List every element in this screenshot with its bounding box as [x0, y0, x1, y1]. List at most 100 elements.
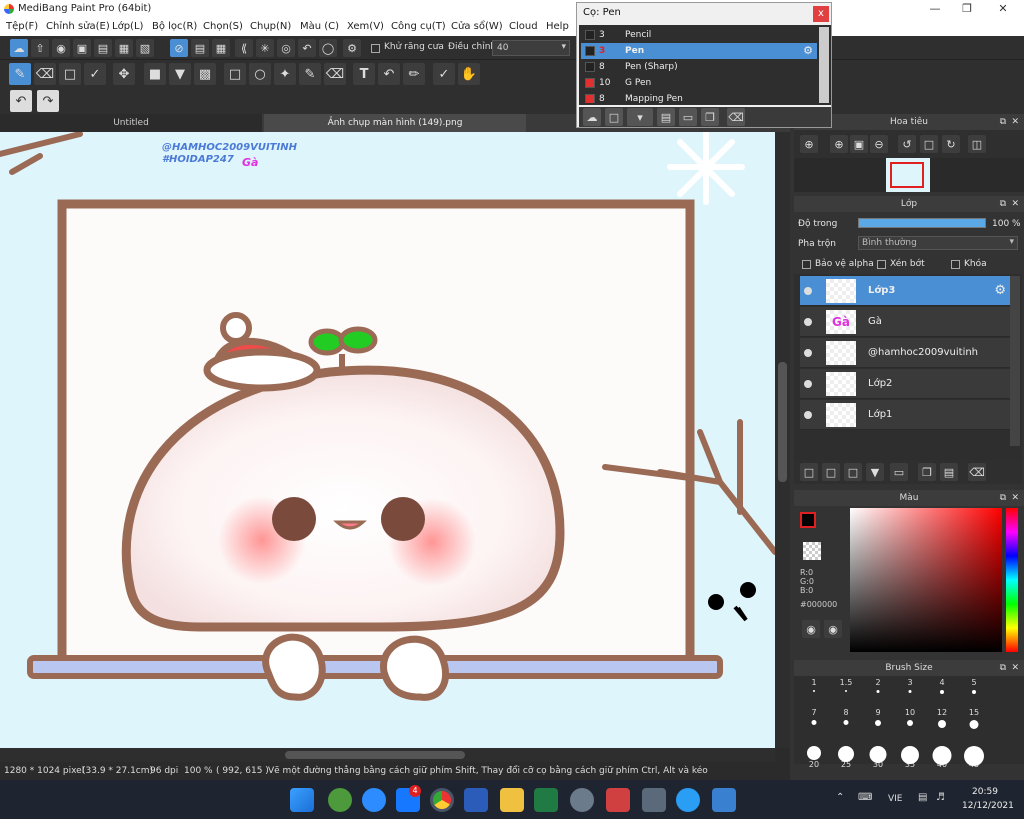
text-tool-icon[interactable]: T: [353, 63, 375, 85]
brush-size-option[interactable]: 8: [830, 708, 862, 738]
zoom-app-icon[interactable]: [362, 788, 386, 812]
brush-size-option[interactable]: 1: [798, 678, 830, 708]
keyboard-icon[interactable]: ⌨: [858, 792, 872, 803]
brush-size-option[interactable]: 3: [894, 678, 926, 708]
blur-tool-icon[interactable]: ✓: [84, 63, 106, 85]
chevron-up-icon[interactable]: ⌃: [836, 792, 844, 803]
remote-desktop-icon[interactable]: [712, 788, 736, 812]
brush-size-option[interactable]: 5: [958, 678, 990, 708]
grid-panel-icon[interactable]: ▧: [136, 39, 154, 57]
popout-icon[interactable]: ⧉: [1000, 114, 1006, 130]
brush-size-option[interactable]: 12: [926, 708, 958, 738]
fit-screen-icon[interactable]: ▣: [850, 135, 868, 153]
brush-folder-icon[interactable]: ▭: [679, 108, 697, 126]
brush-size-option[interactable]: 4: [926, 678, 958, 708]
maximize-button[interactable]: ❐: [952, 0, 982, 18]
transparent-color-swatch[interactable]: [803, 542, 821, 560]
menu-capture[interactable]: Chụp(N): [250, 21, 291, 32]
reset-view-icon[interactable]: □: [920, 135, 938, 153]
brush-item-pencil[interactable]: 3 Pencil: [581, 27, 817, 43]
speech-bubble-icon[interactable]: ◉: [52, 39, 70, 57]
brush-tool-icon[interactable]: ✎: [9, 63, 31, 85]
circle-snap-icon[interactable]: ◯: [319, 39, 337, 57]
clock-date[interactable]: 12/12/2021: [962, 801, 1014, 811]
menu-tools[interactable]: Công cụ(T): [391, 21, 446, 32]
brush-size-option[interactable]: 2: [862, 678, 894, 708]
rotate-right-icon[interactable]: ↻: [942, 135, 960, 153]
brush-item-g-pen[interactable]: 10 G Pen: [581, 75, 817, 91]
folder-icon[interactable]: ▭: [890, 463, 908, 481]
select-rect-tool-icon[interactable]: □: [224, 63, 246, 85]
add-layer-menu-icon[interactable]: ▼: [866, 463, 884, 481]
menu-window[interactable]: Cửa sổ(W): [451, 21, 503, 32]
menu-cloud[interactable]: Cloud: [509, 21, 538, 32]
palette-icon[interactable]: ◉: [802, 620, 820, 638]
gradient-tool-icon[interactable]: ▩: [194, 63, 216, 85]
menu-view[interactable]: Xem(V): [347, 21, 384, 32]
menu-file[interactable]: Tệp(F): [6, 21, 38, 32]
brush-item-pen-sharp[interactable]: 8 Pen (Sharp): [581, 59, 817, 75]
new-layer-icon[interactable]: □: [800, 463, 818, 481]
trash-icon[interactable]: ⌫: [968, 463, 986, 481]
move-tool-icon[interactable]: ✥: [113, 63, 135, 85]
zoom-in-alt-icon[interactable]: ⊕: [830, 135, 848, 153]
drawing-canvas[interactable]: @HAMHOC2009VUITINH #HOIDAP247 Gà: [0, 132, 775, 748]
select-pen-tool-icon[interactable]: ✎: [299, 63, 321, 85]
settings-gear-icon[interactable]: ⚙: [343, 39, 361, 57]
popout-icon[interactable]: ⧉: [1000, 490, 1006, 506]
operation-tool-icon[interactable]: ↶: [378, 63, 400, 85]
duplicate-layer-icon[interactable]: ❐: [918, 463, 936, 481]
language-indicator[interactable]: VIE: [888, 794, 903, 804]
word-icon[interactable]: [464, 788, 488, 812]
canvas-horizontal-scrollbar[interactable]: [0, 748, 775, 762]
flip-icon[interactable]: ◫: [968, 135, 986, 153]
navigator-viewport[interactable]: [890, 162, 924, 188]
cloud-icon[interactable]: ☁: [10, 39, 28, 57]
hand-tool-icon[interactable]: ✋: [458, 63, 480, 85]
add-brush-menu-icon[interactable]: ▾: [627, 108, 653, 126]
layer-settings-gear-icon[interactable]: ⚙: [994, 283, 1006, 298]
brush-item-pen[interactable]: 3 Pen ⚙: [581, 43, 817, 59]
close-icon[interactable]: ✕: [1011, 490, 1019, 506]
brush-list-scrollbar[interactable]: [819, 27, 829, 103]
layer-row-watermark[interactable]: @hamhoc2009vuitinh: [800, 338, 1010, 368]
layer-list-scrollbar[interactable]: [1010, 276, 1020, 446]
settings-icon[interactable]: [570, 788, 594, 812]
fill-rect-tool-icon[interactable]: ■: [144, 63, 166, 85]
visibility-eye-icon[interactable]: [804, 318, 812, 326]
color-saturation-field[interactable]: [850, 508, 1002, 652]
visibility-eye-icon[interactable]: [804, 349, 812, 357]
new-brush-icon[interactable]: □: [605, 108, 623, 126]
excel-icon[interactable]: [534, 788, 558, 812]
brush-item-mapping-pen[interactable]: 8 Mapping Pen: [581, 91, 817, 103]
eyedropper-tool-icon[interactable]: ✓: [433, 63, 455, 85]
opacity-slider[interactable]: [858, 218, 986, 228]
clip-checkbox[interactable]: [877, 260, 886, 269]
rotate-left-icon[interactable]: ↺: [898, 135, 916, 153]
menu-layer[interactable]: Lớp(L): [112, 21, 143, 32]
brush-size-option[interactable]: 30: [862, 738, 894, 769]
network-globe-icon[interactable]: [676, 788, 700, 812]
redo-icon[interactable]: ↷: [37, 90, 59, 112]
tab-screenshot[interactable]: Ảnh chụp màn hình (149).png: [264, 114, 526, 132]
layer-row-lop1[interactable]: Lớp1: [800, 400, 1010, 430]
adjust-dropdown[interactable]: 40 ▾: [492, 40, 570, 56]
eraser-tool-icon[interactable]: ⌫: [34, 63, 56, 85]
dot-tool-icon[interactable]: □: [59, 63, 81, 85]
minimize-button[interactable]: —: [920, 0, 950, 18]
photos-icon[interactable]: [606, 788, 630, 812]
blend-mode-dropdown[interactable]: Bình thường ▾: [858, 236, 1018, 250]
volume-icon[interactable]: ♬: [936, 792, 945, 803]
brush-size-option[interactable]: 25: [830, 738, 862, 769]
layer-row-lop3[interactable]: Lớp3 ⚙: [800, 276, 1010, 306]
perspective-snap-icon[interactable]: ⟪: [235, 39, 253, 57]
layer-row-lop2[interactable]: Lớp2: [800, 369, 1010, 399]
brush-size-option[interactable]: 10: [894, 708, 926, 738]
delete-brush-icon[interactable]: ⌫: [727, 108, 745, 126]
zoom-out-icon[interactable]: ⊖: [870, 135, 888, 153]
vertical-scroll-thumb[interactable]: [778, 362, 787, 482]
color-history-icon[interactable]: ◉: [824, 620, 842, 638]
lock-checkbox[interactable]: [951, 260, 960, 269]
close-icon[interactable]: ✕: [1011, 660, 1019, 676]
navigator-preview[interactable]: [794, 158, 1024, 192]
